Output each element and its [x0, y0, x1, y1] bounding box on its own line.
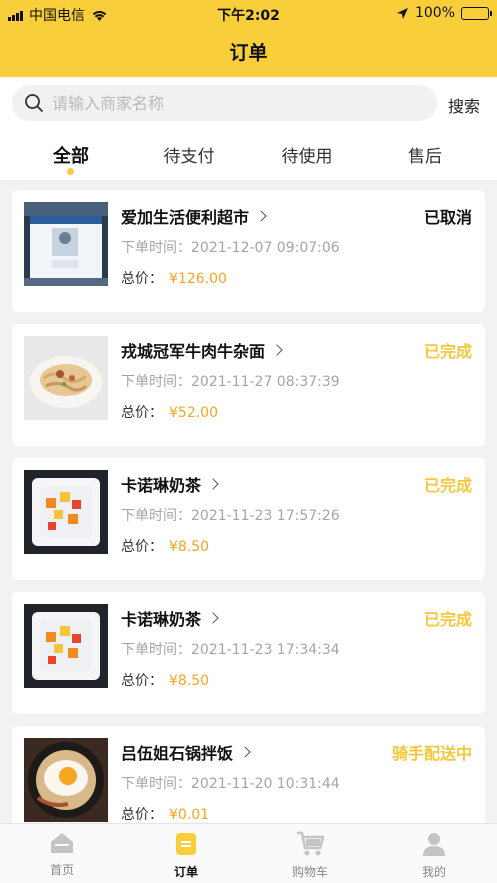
top-bar: 中国电信 下午2:02 100% 订单 [0, 0, 497, 77]
order-tabs: 全部 待支付 待使用 售后 [0, 138, 497, 180]
bottom-tab-bar: 首页 订单 购物车 我的 [0, 823, 497, 883]
shop-thumbnail [24, 738, 108, 822]
tabbar-label: 首页 [49, 863, 74, 877]
tab-all[interactable]: 全部 [9, 142, 133, 168]
order-status: 已取消 [423, 208, 472, 227]
search-input[interactable] [52, 85, 422, 121]
chevron-right-icon [239, 746, 251, 758]
shop-thumbnail [24, 470, 108, 554]
chevron-right-icon [271, 344, 283, 356]
shop-name[interactable]: 戎城冠军牛肉牛杂面 [121, 338, 265, 362]
tabbar-item-profile[interactable]: 我的 [372, 831, 496, 880]
order-time-label: 下单时间： [121, 508, 191, 524]
order-card[interactable]: 卡诺琳奶茶 已完成 下单时间：2021-11-23 17:57:26 总价： ¥8… [12, 458, 485, 580]
price-label: 总价： [121, 271, 163, 287]
cart-icon [297, 831, 325, 856]
order-status: 已完成 [423, 610, 472, 629]
profile-icon [423, 833, 445, 856]
shop-name[interactable]: 卡诺琳奶茶 [121, 606, 201, 630]
order-time-label: 下单时间： [121, 240, 191, 256]
order-card[interactable]: 卡诺琳奶茶 已完成 下单时间：2021-11-23 17:34:34 总价： ¥8… [12, 592, 485, 714]
price-label: 总价： [121, 673, 163, 689]
order-time: 2021-12-07 09:07:06 [191, 240, 340, 256]
active-tab-indicator [67, 168, 74, 175]
page-title: 订单 [229, 42, 268, 64]
tabbar-label: 我的 [421, 865, 446, 879]
shop-name[interactable]: 爱加生活便利超市 [121, 204, 249, 228]
location-arrow-icon [396, 7, 408, 19]
price-label: 总价： [121, 405, 163, 421]
order-time: 2021-11-27 08:37:39 [191, 374, 340, 390]
order-card[interactable]: 爱加生活便利超市 已取消 下单时间：2021-12-07 09:07:06 总价… [12, 190, 485, 312]
battery-icon [461, 6, 492, 20]
tab-after-sales[interactable]: 售后 [363, 142, 487, 167]
chevron-right-icon [255, 210, 267, 222]
tab-pending-payment[interactable]: 待支付 [127, 142, 251, 167]
order-time-label: 下单时间： [121, 642, 191, 658]
shop-thumbnail [24, 336, 108, 420]
shop-name[interactable]: 吕伍姐石锅拌饭 [121, 740, 233, 764]
chevron-right-icon [207, 612, 219, 624]
tabbar-label: 购物车 [291, 865, 328, 879]
order-time: 2021-11-23 17:34:34 [191, 642, 340, 658]
tabbar-item-home[interactable]: 首页 [0, 831, 124, 878]
order-status: 已完成 [423, 342, 472, 361]
order-card[interactable]: 戎城冠军牛肉牛杂面 已完成 下单时间：2021-11-27 08:37:39 总… [12, 324, 485, 446]
status-bar: 中国电信 下午2:02 100% [0, 0, 497, 26]
order-time: 2021-11-20 10:31:44 [191, 776, 340, 792]
order-card[interactable]: 吕伍姐石锅拌饭 骑手配送中 下单时间：2021-11-20 10:31:44 总… [12, 726, 485, 823]
order-time-label: 下单时间： [121, 776, 191, 792]
order-price: ¥8.50 [169, 673, 210, 689]
tabbar-label: 订单 [173, 865, 198, 879]
shop-name[interactable]: 卡诺琳奶茶 [121, 472, 201, 496]
shop-thumbnail [24, 202, 108, 286]
price-label: 总价： [121, 539, 163, 555]
order-icon [176, 833, 196, 855]
order-price: ¥0.01 [169, 807, 210, 823]
chevron-right-icon [207, 478, 219, 490]
order-status: 骑手配送中 [391, 744, 472, 763]
home-icon [51, 833, 73, 853]
shop-thumbnail [24, 604, 108, 688]
search-icon [25, 94, 43, 112]
battery-percent: 100% [414, 5, 455, 21]
price-label: 总价： [121, 807, 163, 823]
search-button[interactable]: 搜索 [448, 93, 480, 117]
order-price: ¥8.50 [169, 539, 210, 555]
tab-to-use[interactable]: 待使用 [245, 142, 369, 167]
order-time: 2021-11-23 17:57:26 [191, 508, 340, 524]
order-list: 爱加生活便利超市 已取消 下单时间：2021-12-07 09:07:06 总价… [0, 180, 497, 823]
search-section: 搜索 全部 待支付 待使用 售后 [0, 77, 497, 180]
order-time-label: 下单时间： [121, 374, 191, 390]
tabbar-item-cart[interactable]: 购物车 [248, 831, 372, 880]
tabbar-item-orders[interactable]: 订单 [124, 831, 248, 880]
search-box[interactable] [12, 85, 437, 121]
order-price: ¥126.00 [169, 271, 227, 287]
order-price: ¥52.00 [169, 405, 218, 421]
order-status: 已完成 [423, 476, 472, 495]
